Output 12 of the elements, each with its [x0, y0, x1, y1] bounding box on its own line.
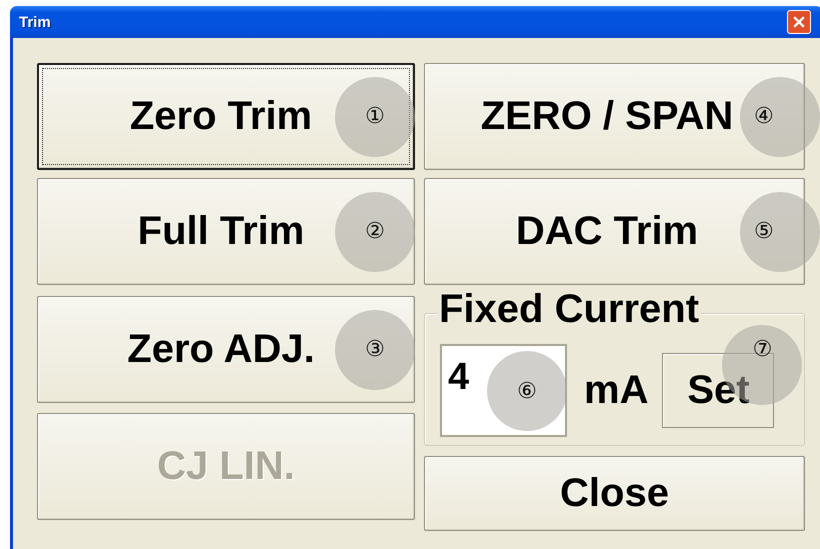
- close-icon: [791, 14, 807, 30]
- window-title: Trim: [19, 14, 52, 30]
- callout-marker: ④: [740, 76, 820, 156]
- callout-marker: ③: [335, 310, 415, 390]
- callout-marker: ⑤: [740, 192, 820, 272]
- unit-label: mA: [584, 368, 648, 413]
- callout-marker: ①: [335, 76, 415, 156]
- close-button[interactable]: Close: [424, 456, 805, 531]
- current-input-field[interactable]: 4 ⑥: [440, 344, 567, 437]
- close-button[interactable]: [787, 10, 811, 34]
- callout-marker: ②: [335, 192, 415, 272]
- callout-marker: ⑥: [487, 351, 567, 431]
